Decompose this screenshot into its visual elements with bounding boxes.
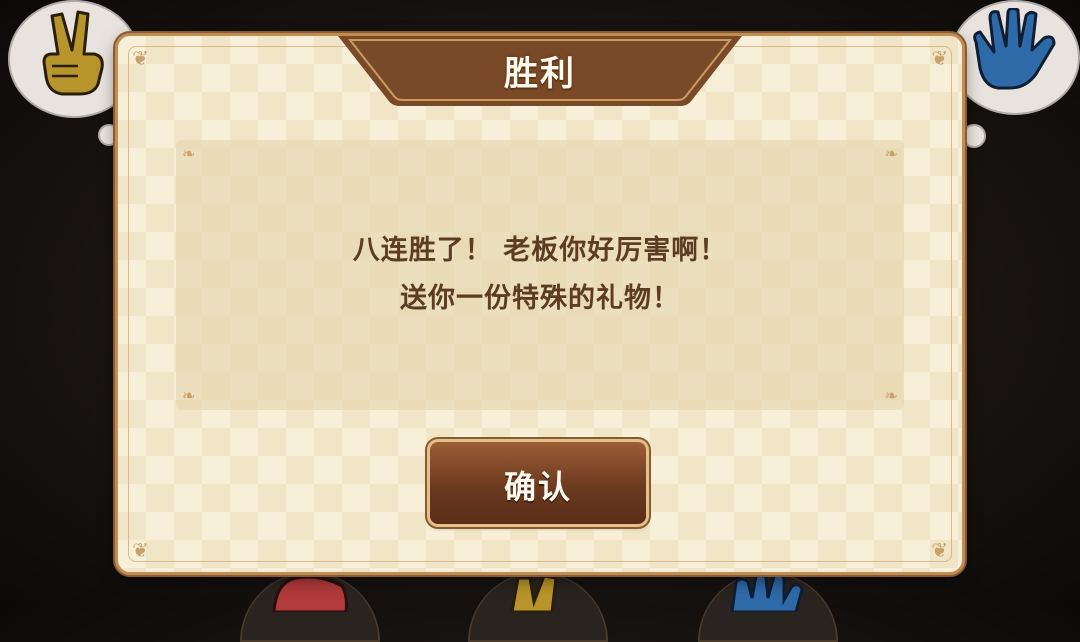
right-thought-dot xyxy=(962,124,986,148)
rock-choice-slot[interactable] xyxy=(240,572,380,642)
paper-choice-slot[interactable] xyxy=(698,572,838,642)
scissors-hand-icon xyxy=(42,10,104,96)
confirm-button-label: 确认 xyxy=(503,468,572,506)
message-line-1: 八连胜了！ 老板你好厉害啊！ xyxy=(352,235,728,266)
rock-hand-icon xyxy=(272,575,348,612)
corner-ornament-icon: ❧ xyxy=(182,144,196,163)
corner-ornament-icon: ❦ xyxy=(132,538,149,562)
paper-hand-icon xyxy=(730,572,804,612)
title-banner: 胜利 xyxy=(338,36,742,108)
message-panel: ❧ ❧ ❧ ❧ 八连胜了！ 老板你好厉害啊！ 送你一份特殊的礼物！ xyxy=(176,140,904,410)
corner-ornament-icon: ❧ xyxy=(182,386,196,405)
left-thought-dot xyxy=(98,124,120,146)
corner-ornament-icon: ❦ xyxy=(132,46,149,70)
scissors-hand-icon xyxy=(510,574,558,612)
confirm-button[interactable]: 确认 xyxy=(430,442,646,524)
corner-ornament-icon: ❧ xyxy=(884,386,898,405)
corner-ornament-icon: ❦ xyxy=(931,46,948,70)
dialog-title: 胜利 xyxy=(504,54,576,94)
paper-hand-icon xyxy=(973,8,1056,90)
scissors-choice-slot[interactable] xyxy=(468,572,608,642)
message-line-2: 送你一份特殊的礼物！ xyxy=(400,283,680,314)
corner-ornament-icon: ❦ xyxy=(931,538,948,562)
corner-ornament-icon: ❧ xyxy=(884,144,898,163)
victory-dialog: ❦ ❦ ❦ ❦ 胜利 ❧ ❧ ❧ ❧ 八连胜了！ 老板你好厉害啊！ 送你一份特殊… xyxy=(118,36,962,572)
